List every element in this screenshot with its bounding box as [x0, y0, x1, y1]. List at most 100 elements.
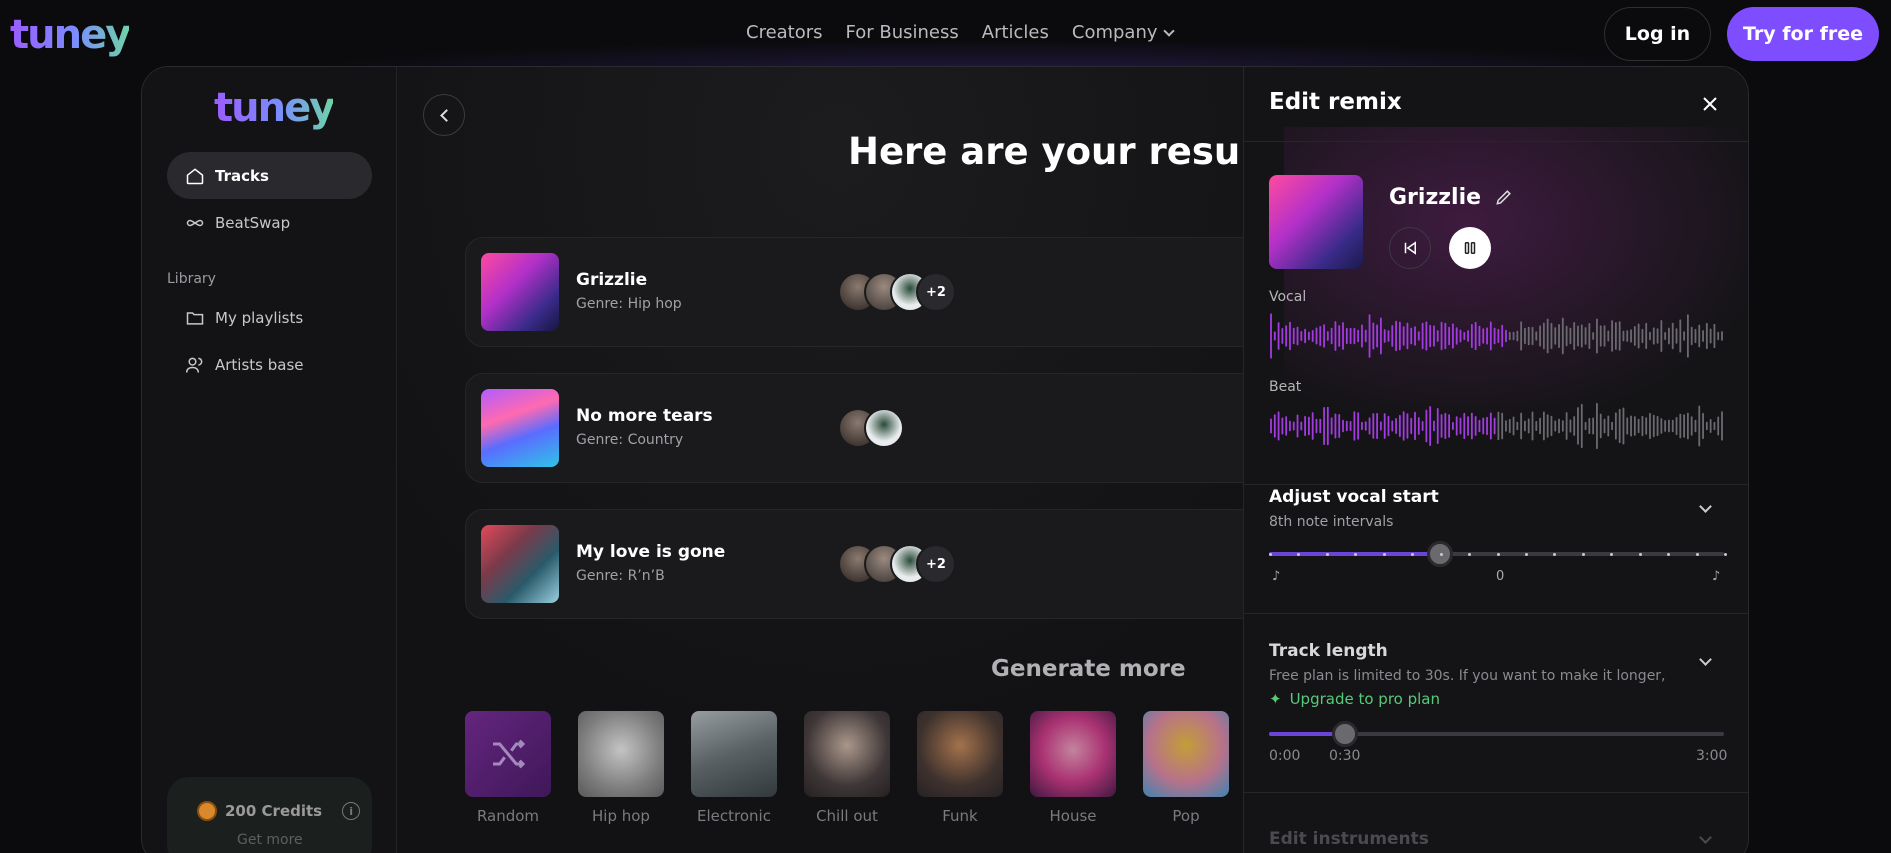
- sidebar-item-beatswap[interactable]: BeatSwap: [167, 199, 372, 246]
- sidebar-item-my-playlists[interactable]: My playlists: [167, 294, 372, 341]
- credits-box: 200 Credits i Get more: [167, 777, 372, 853]
- slider-tick: [1411, 552, 1415, 556]
- vocal-start-subtitle: 8th note intervals: [1269, 514, 1394, 530]
- credits-count: 200 Credits: [225, 802, 323, 820]
- nav-link-for-business[interactable]: For Business: [846, 22, 959, 43]
- credits-row: 200 Credits i: [197, 801, 361, 821]
- track-card-no-more-tears[interactable]: No more tears Genre: Country: [465, 373, 1365, 483]
- note-minus-icon: ♪: [1272, 569, 1281, 584]
- upgrade-label: Upgrade to pro plan: [1289, 690, 1440, 708]
- slider-tick: [1269, 552, 1272, 556]
- genre-label: Random: [476, 807, 540, 825]
- sidebar-logo[interactable]: tuney: [214, 85, 335, 131]
- note-plus-icon: ♪: [1712, 569, 1721, 584]
- nav-link-company[interactable]: Company: [1071, 22, 1175, 43]
- length-current-label: 0:30: [1329, 748, 1361, 764]
- chevron-down-icon[interactable]: [1699, 831, 1712, 844]
- track-card-grizzlie[interactable]: Grizzlie Genre: Hip hop +2: [465, 237, 1365, 347]
- sidebar-item-label: Artists base: [215, 355, 304, 374]
- divider: [1244, 484, 1748, 485]
- generate-more-heading: Generate more: [991, 656, 1186, 682]
- slider-tick: [1468, 552, 1472, 556]
- genre-label: Electronic: [697, 807, 771, 825]
- get-more-link[interactable]: Get more: [237, 832, 303, 848]
- sidebar-item-label: BeatSwap: [215, 213, 291, 232]
- tuney-logo[interactable]: tuney: [10, 12, 131, 58]
- skip-back-icon: [1404, 241, 1416, 255]
- slider-tick: [1667, 552, 1671, 556]
- slider-tick: [1553, 552, 1557, 556]
- sidebar-item-artists-base[interactable]: Artists base: [167, 341, 372, 388]
- genre-image: [917, 711, 1003, 797]
- genre-image: [1030, 711, 1116, 797]
- sidebar: tuney Tracks BeatSwap Library My playlis…: [142, 67, 397, 853]
- genre-tile-pop[interactable]: Pop: [1143, 711, 1229, 825]
- genre-tile-random[interactable]: Random: [465, 711, 551, 825]
- try-for-free-button[interactable]: Try for free: [1727, 7, 1879, 61]
- chevron-down-icon[interactable]: [1699, 500, 1712, 513]
- sparkle-icon: ✦: [1269, 690, 1282, 708]
- back-button[interactable]: [423, 94, 465, 136]
- home-icon: [186, 167, 204, 184]
- slider-tick: [1496, 552, 1500, 556]
- chevron-left-icon: [439, 108, 453, 122]
- divider: [1244, 141, 1748, 142]
- genre-label: Chill out: [816, 807, 878, 825]
- pause-icon: [1464, 242, 1476, 254]
- slider-tick: [1354, 552, 1358, 556]
- vocal-start-title: Adjust vocal start: [1269, 487, 1439, 507]
- folder-icon: [186, 311, 204, 325]
- panel-title: Edit remix: [1269, 89, 1402, 115]
- close-icon[interactable]: [1698, 92, 1722, 116]
- nav-link-creators[interactable]: Creators: [746, 22, 823, 43]
- divider: [1244, 792, 1748, 793]
- slider-tick: [1695, 552, 1699, 556]
- sidebar-item-label: Tracks: [215, 166, 269, 185]
- vocal-waveform[interactable]: [1269, 311, 1724, 361]
- length-end-label: 3:00: [1696, 748, 1728, 764]
- track-artwork: [481, 389, 559, 467]
- top-navigation: tuney Creators For Business Articles Com…: [0, 0, 1891, 100]
- genre-tile-funk[interactable]: Funk: [917, 711, 1003, 825]
- genre-label: Pop: [1172, 807, 1200, 825]
- edit-instruments-title[interactable]: Edit instruments: [1269, 829, 1429, 849]
- track-length-title: Track length: [1269, 641, 1388, 661]
- genre-tile-electronic[interactable]: Electronic: [691, 711, 777, 825]
- slider-thumb[interactable]: [1331, 721, 1358, 747]
- slider-tick: [1724, 552, 1727, 556]
- track-length-slider[interactable]: [1269, 721, 1724, 747]
- upgrade-link[interactable]: ✦ Upgrade to pro plan: [1269, 690, 1440, 708]
- vocal-label: Vocal: [1269, 289, 1307, 305]
- genre-label: Funk: [942, 807, 978, 825]
- genre-label: Hip hop: [592, 807, 650, 825]
- info-icon[interactable]: i: [342, 802, 361, 820]
- track-artwork: [481, 525, 559, 603]
- track-name: No more tears: [576, 406, 713, 426]
- vocal-start-slider[interactable]: [1269, 541, 1727, 567]
- chevron-down-icon[interactable]: [1699, 653, 1712, 666]
- beat-label: Beat: [1269, 379, 1302, 395]
- genre-image: [691, 711, 777, 797]
- slider-tick: [1524, 552, 1528, 556]
- pause-button[interactable]: [1449, 227, 1491, 269]
- genre-tile-chill-out[interactable]: Chill out: [804, 711, 890, 825]
- edit-remix-panel: Edit remix Grizzlie Vocal Beat Adjust vo…: [1243, 67, 1748, 853]
- nav-links: Creators For Business Articles Company: [746, 22, 1175, 43]
- genre-tile-hip-hop[interactable]: Hip hop: [578, 711, 664, 825]
- chevron-down-icon: [1162, 25, 1175, 37]
- sidebar-item-label: My playlists: [215, 308, 304, 327]
- nav-link-articles[interactable]: Articles: [982, 22, 1049, 43]
- genre-tile-house[interactable]: House: [1030, 711, 1116, 825]
- sidebar-item-tracks[interactable]: Tracks: [167, 152, 372, 199]
- login-button[interactable]: Log in: [1604, 7, 1711, 61]
- beat-waveform[interactable]: [1269, 401, 1724, 451]
- slider-tick: [1325, 552, 1329, 556]
- nav-company-label: Company: [1071, 22, 1158, 43]
- length-start-label: 0:00: [1269, 748, 1301, 764]
- pencil-icon[interactable]: [1494, 187, 1514, 207]
- divider: [1244, 613, 1748, 614]
- shuffle-icon: [465, 711, 551, 797]
- track-card-my-love-is-gone[interactable]: My love is gone Genre: R’n’B +2: [465, 509, 1365, 619]
- restart-button[interactable]: [1389, 227, 1431, 269]
- page-title: Here are your results: [848, 130, 1293, 173]
